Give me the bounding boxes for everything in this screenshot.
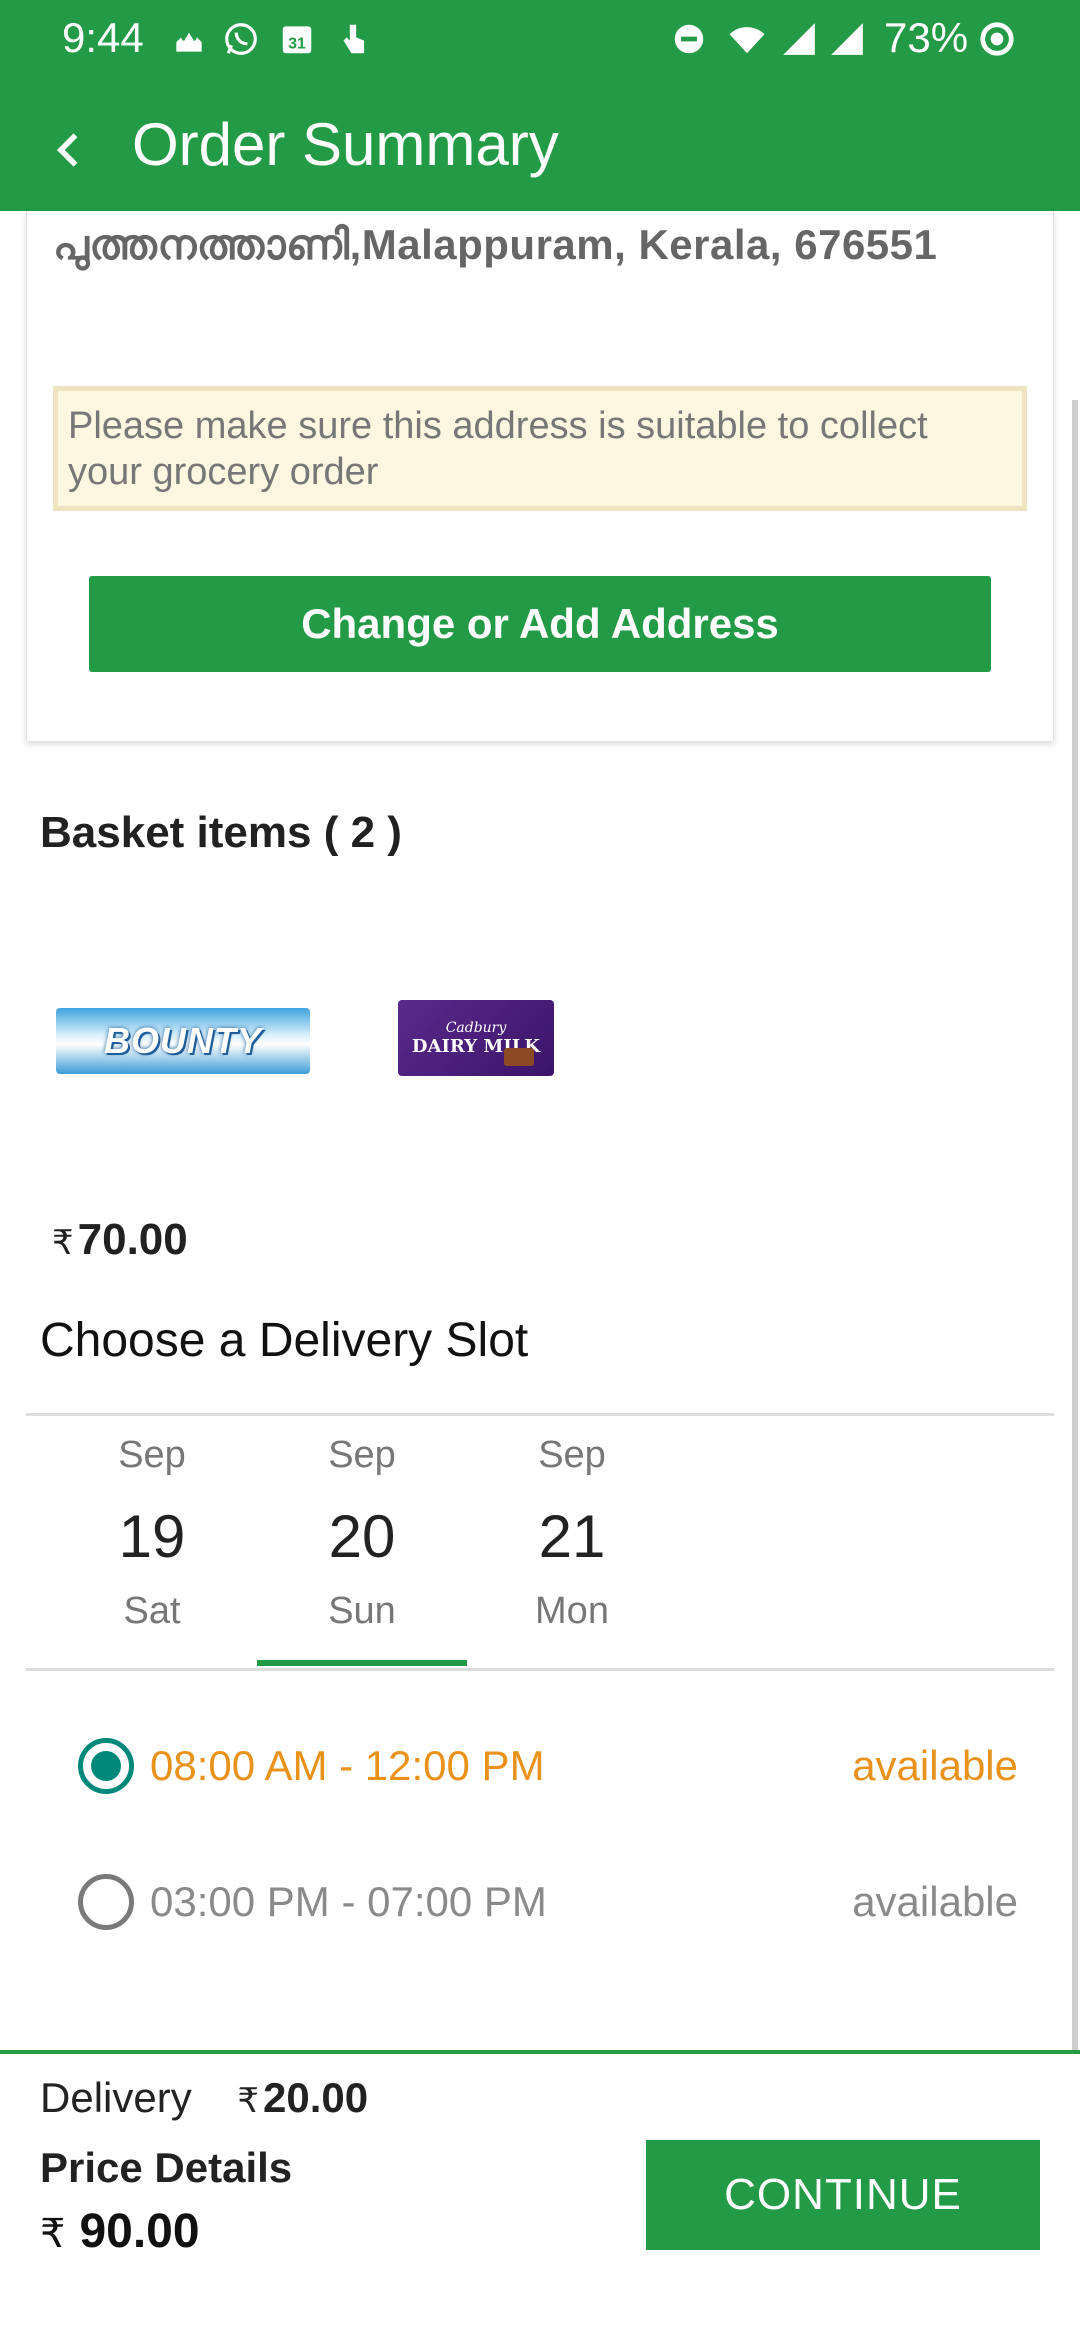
signal-icon-2 — [828, 20, 866, 58]
day-tab-20[interactable]: Sep 20 Sun — [257, 1430, 467, 1636]
divider-bottom — [26, 1668, 1054, 1671]
battery-saver-icon — [978, 20, 1016, 58]
day-date: 20 — [328, 1503, 396, 1570]
address-card: പുത്തനത്താണി,Malappuram, Kerala, 676551 … — [26, 211, 1054, 741]
day-date: 21 — [538, 1503, 606, 1570]
address-warning: Please make sure this address is suitabl… — [53, 386, 1027, 511]
basket-subtotal: ₹70.00 — [52, 1215, 188, 1265]
product-brand-cadbury: Cadbury — [445, 1019, 507, 1036]
calendar-day: 31 — [288, 36, 306, 53]
chocolate-chunk — [504, 1048, 534, 1066]
day-tab-21[interactable]: Sep 21 Mon — [467, 1430, 677, 1636]
slot-evening[interactable]: 03:00 PM - 07:00 PM available — [78, 1862, 1018, 1942]
day-month: Sep — [538, 1434, 606, 1476]
subtotal-amount: 70.00 — [77, 1215, 188, 1264]
day-weekday: Sat — [123, 1590, 181, 1632]
page-title: Order Summary — [132, 111, 559, 178]
price-details-label: Price Details — [40, 2144, 293, 2191]
mosque-icon — [170, 20, 208, 58]
delivery-label: Delivery — [40, 2074, 192, 2121]
delivery-amount-wrap: ₹20.00 — [237, 2074, 368, 2121]
selected-day-indicator — [257, 1660, 467, 1666]
currency-symbol: ₹ — [40, 2212, 66, 2256]
day-weekday: Sun — [328, 1590, 396, 1632]
wifi-icon — [728, 20, 766, 58]
back-button[interactable] — [40, 115, 100, 185]
slot-status: available — [852, 1878, 1018, 1925]
currency-symbol: ₹ — [237, 2082, 260, 2120]
app-header: 9:44 31 73% Order Summary — [0, 0, 1080, 211]
checkout-bar: Delivery ₹20.00 Price Details ₹90.00 CON… — [0, 2050, 1080, 2340]
day-date: 19 — [118, 1503, 186, 1570]
battery-percent: 73% — [884, 14, 969, 61]
change-address-button[interactable]: Change or Add Address — [89, 576, 991, 672]
whatsapp-icon — [222, 20, 260, 58]
day-weekday: Mon — [535, 1590, 609, 1632]
radio-button[interactable] — [78, 1874, 134, 1930]
back-arrow-icon — [56, 133, 78, 167]
product-image-dairy-milk[interactable]: Cadbury DAIRY MILK — [398, 1000, 554, 1076]
calendar-icon: 31 — [278, 20, 316, 58]
total-price: ₹90.00 — [40, 2204, 200, 2259]
day-tab-19[interactable]: Sep 19 Sat — [47, 1430, 257, 1636]
touch-icon — [334, 20, 372, 58]
delivery-amount: 20.00 — [263, 2074, 369, 2121]
day-month: Sep — [328, 1434, 396, 1476]
continue-button[interactable]: CONTINUE — [646, 2140, 1040, 2250]
slot-status: available — [852, 1742, 1018, 1789]
status-bar: 9:44 31 73% — [0, 0, 1080, 80]
basket-title: Basket items ( 2 ) — [40, 808, 402, 857]
divider-top — [26, 1413, 1054, 1416]
radio-button-selected[interactable] — [78, 1738, 134, 1794]
day-month: Sep — [118, 1434, 186, 1476]
product-name-bounty: BOUNTY — [104, 1020, 262, 1061]
currency-symbol: ₹ — [52, 1224, 74, 1262]
slot-time: 03:00 PM - 07:00 PM — [150, 1878, 547, 1925]
status-time: 9:44 — [62, 14, 144, 61]
scrollbar[interactable] — [1072, 400, 1078, 2050]
address-text: പുത്തനത്താണി,Malappuram, Kerala, 676551 — [53, 221, 938, 268]
delivery-slot-title: Choose a Delivery Slot — [40, 1314, 529, 1367]
delivery-fee: Delivery ₹20.00 — [40, 2074, 368, 2122]
slot-morning[interactable]: 08:00 AM - 12:00 PM available — [78, 1726, 1018, 1806]
slot-time: 08:00 AM - 12:00 PM — [150, 1742, 545, 1789]
product-image-bounty[interactable]: BOUNTY — [56, 1008, 310, 1074]
do-not-disturb-icon — [670, 20, 708, 58]
signal-icon — [780, 20, 818, 58]
total-amount: 90.00 — [79, 2205, 200, 2258]
